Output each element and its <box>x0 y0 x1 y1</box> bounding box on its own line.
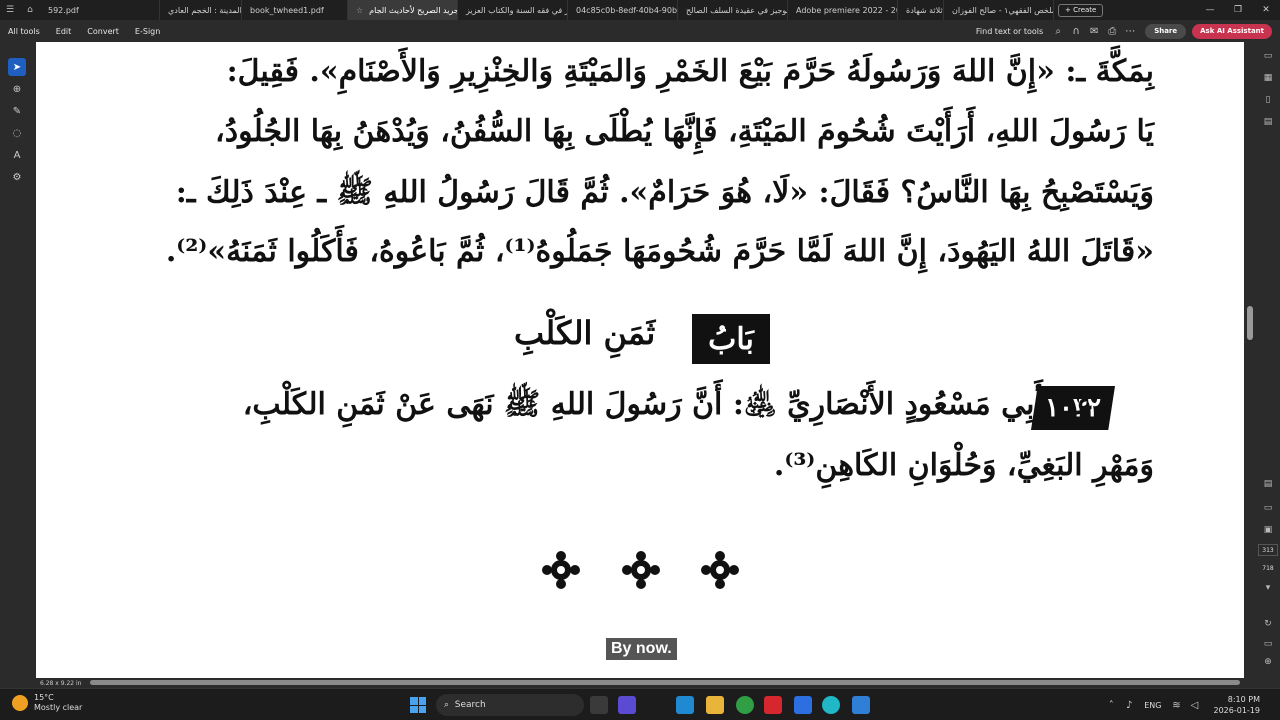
stamp-tool-icon[interactable]: ⚙ <box>8 168 26 186</box>
page-up-icon[interactable]: ▤ <box>1260 476 1276 492</box>
share-button[interactable]: Share <box>1145 23 1187 39</box>
lasso-tool-icon[interactable]: ◌ <box>8 124 26 142</box>
tab-592-pdf[interactable]: 592.pdf <box>40 0 160 20</box>
comment-icon[interactable]: ▭ <box>1260 48 1276 64</box>
clock[interactable]: 8:10 PM 2026-01-19 <box>1214 694 1261 716</box>
home-icon[interactable]: ⌂ <box>20 0 40 20</box>
chevron-up-icon[interactable]: ˄ <box>1102 694 1120 716</box>
left-tool-rail: ➤ ⊕ ✎ ◌ A ⚙ <box>0 42 36 678</box>
ornament-icon <box>701 551 739 589</box>
vertical-scrollbar[interactable] <box>1246 42 1254 678</box>
canva-icon[interactable] <box>822 696 840 714</box>
ornament-icon <box>542 551 580 589</box>
search-icon[interactable]: ⌕ <box>1049 20 1067 42</box>
microphone-icon[interactable]: ♪ <box>1120 694 1138 716</box>
tab-mulakhas[interactable]: الملخص الفقهي١ - صالح الفوزان pdf <box>944 0 1054 20</box>
text-line-3: وَيَسْتَصْبِحُ بِهَا النَّاسُ؟ فَقَالَ: … <box>175 175 1154 210</box>
save-icon[interactable]: ▣ <box>1260 522 1276 538</box>
menu-icon[interactable]: ☰ <box>0 0 20 20</box>
menu-convert[interactable]: Convert <box>79 27 127 36</box>
chrome-icon[interactable] <box>736 696 754 714</box>
video-subtitle-caption: By now. <box>606 638 677 660</box>
close-window-icon[interactable]: ✕ <box>1252 0 1280 20</box>
zoom-in-icon[interactable]: ⊕ <box>1260 654 1276 670</box>
task-view-icon[interactable] <box>590 696 608 714</box>
wifi-icon[interactable]: ≋ <box>1168 694 1186 716</box>
thumbnails-icon[interactable]: ▦ <box>1260 70 1276 86</box>
select-tool-icon[interactable]: ➤ <box>8 58 26 76</box>
hadith-line-1: عَنْ أَبِي مَسْعُودٍ الأَنْصَارِيِّ ﵁: أ… <box>242 387 1094 422</box>
tab-certificate[interactable]: ثلاثة شهادة pdf <box>898 0 944 20</box>
refresh-icon[interactable]: ↻ <box>1260 616 1276 632</box>
acrobat-icon[interactable] <box>764 696 782 714</box>
headphones-icon[interactable]: ∩ <box>1067 20 1085 42</box>
create-button[interactable]: + Create <box>1058 3 1104 17</box>
page-total: 718 <box>1262 564 1274 572</box>
page-dimensions: 6.28 x 9.22 in <box>40 680 82 687</box>
tab-04c85c0b[interactable]: 04c85c0b-8edf-40b4-90b8-bc... <box>568 0 678 20</box>
chapter-label-box: بَابُ <box>692 314 770 364</box>
maximize-icon[interactable]: ❐ <box>1224 0 1252 20</box>
print-icon[interactable]: ⎙ <box>1103 20 1121 42</box>
ask-ai-assistant-button[interactable]: Ask AI Assistant <box>1192 23 1272 39</box>
tab-book-twheed[interactable]: book_twheed1.pdf <box>242 0 348 20</box>
star-icon[interactable]: ☆ <box>356 6 363 15</box>
menu-all-tools[interactable]: All tools <box>0 27 48 36</box>
pdf-page: بِمَكَّةَ ـ: «إِنَّ اللهَ وَرَسُولَهُ حَ… <box>36 42 1244 678</box>
menu-edit[interactable]: Edit <box>48 27 80 36</box>
text-tool-icon[interactable]: A <box>8 146 26 164</box>
find-text-or-tools[interactable]: Find text or tools <box>970 27 1049 36</box>
attachments-icon[interactable]: ▤ <box>1260 114 1276 130</box>
text-line-2: يَا رَسُولَ اللهِ، أَرَأَيْتَ شُحُومَ ال… <box>215 114 1154 149</box>
chapter-title: ثَمَنِ الكَلْبِ <box>514 314 656 352</box>
tab-wajiz-fiqh[interactable]: الوجيز في فقه السنة والكتاب العزيز <box>458 0 568 20</box>
more-icon[interactable]: ⋯ <box>1121 20 1139 42</box>
page-icon[interactable]: ▭ <box>1260 500 1276 516</box>
main-toolbar: All tools Edit Convert E-Sign Find text … <box>0 20 1280 42</box>
page-number[interactable]: 313 <box>1258 544 1278 556</box>
weather-widget[interactable]: 15°C Mostly clear <box>12 693 82 713</box>
horizontal-scroll-thumb[interactable] <box>90 680 1240 685</box>
tab-bar: ☰ ⌂ 592.pdf مصحف المدينة : الخجم العادي … <box>0 0 1280 20</box>
pen-tool-icon[interactable]: ✎ <box>8 102 26 120</box>
bookmark-icon[interactable]: ▯ <box>1260 92 1276 108</box>
right-tool-rail: ▭ ▦ ▯ ▤ ▤ ▭ ▣ 313 718 ▾ ↻ ▭ ⊕ <box>1256 42 1280 678</box>
vertical-scroll-thumb[interactable] <box>1247 306 1253 340</box>
fit-page-icon[interactable]: ▭ <box>1260 636 1276 652</box>
hadith-line-2: وَمَهْرِ البَغِيِّ، وَحُلْوَانِ الكَاهِن… <box>773 448 1154 483</box>
photos-icon[interactable] <box>852 696 870 714</box>
tab-tajrid[interactable]: ☆التجريد الصريح لأحاديث الجام...✕ <box>348 0 458 20</box>
windows-taskbar: 15°C Mostly clear ⌕ Search ˄ ♪ ENG ≋ ◁ 8:… <box>0 688 1280 720</box>
tab-adobe-premiere[interactable]: Adobe premiere 2022 - 2023 c... <box>788 0 898 20</box>
page-down-icon[interactable]: ▾ <box>1260 580 1276 596</box>
menu-esign[interactable]: E-Sign <box>127 27 168 36</box>
acrobat-window: ☰ ⌂ 592.pdf مصحف المدينة : الخجم العادي … <box>0 0 1280 720</box>
file-explorer-icon[interactable] <box>706 696 724 714</box>
teams-icon[interactable] <box>618 696 636 714</box>
text-line-1: بِمَكَّةَ ـ: «إِنَّ اللهَ وَرَسُولَهُ حَ… <box>226 54 1154 89</box>
mail-icon[interactable]: ✉ <box>1085 20 1103 42</box>
edge-icon[interactable] <box>676 696 694 714</box>
taskbar-search[interactable]: ⌕ Search <box>436 694 584 716</box>
language-indicator[interactable]: ENG <box>1138 701 1167 710</box>
weather-temp: 15°C <box>34 693 54 702</box>
start-icon[interactable] <box>410 697 426 713</box>
zoom-icon[interactable] <box>794 696 812 714</box>
tab-wajiz-aqida[interactable]: الوجيز في عقيدة السلف الصالح <box>678 0 788 20</box>
text-line-4: «قَاتَلَ اللهُ اليَهُودَ، إِنَّ اللهَ لَ… <box>165 234 1154 269</box>
volume-icon[interactable]: ◁ <box>1186 694 1204 716</box>
ornament-icon <box>622 551 660 589</box>
weather-icon <box>12 695 28 711</box>
tab-mushaf[interactable]: مصحف المدينة : الخجم العادي <box>160 0 242 20</box>
weather-desc: Mostly clear <box>34 703 83 712</box>
minimize-icon[interactable]: — <box>1196 0 1224 20</box>
horizontal-scrollbar[interactable] <box>36 678 1244 688</box>
zoom-tool-icon[interactable]: ⊕ <box>8 80 26 98</box>
system-tray: ˄ ♪ ENG ≋ ◁ 8:10 PM 2026-01-19 <box>1102 689 1280 720</box>
